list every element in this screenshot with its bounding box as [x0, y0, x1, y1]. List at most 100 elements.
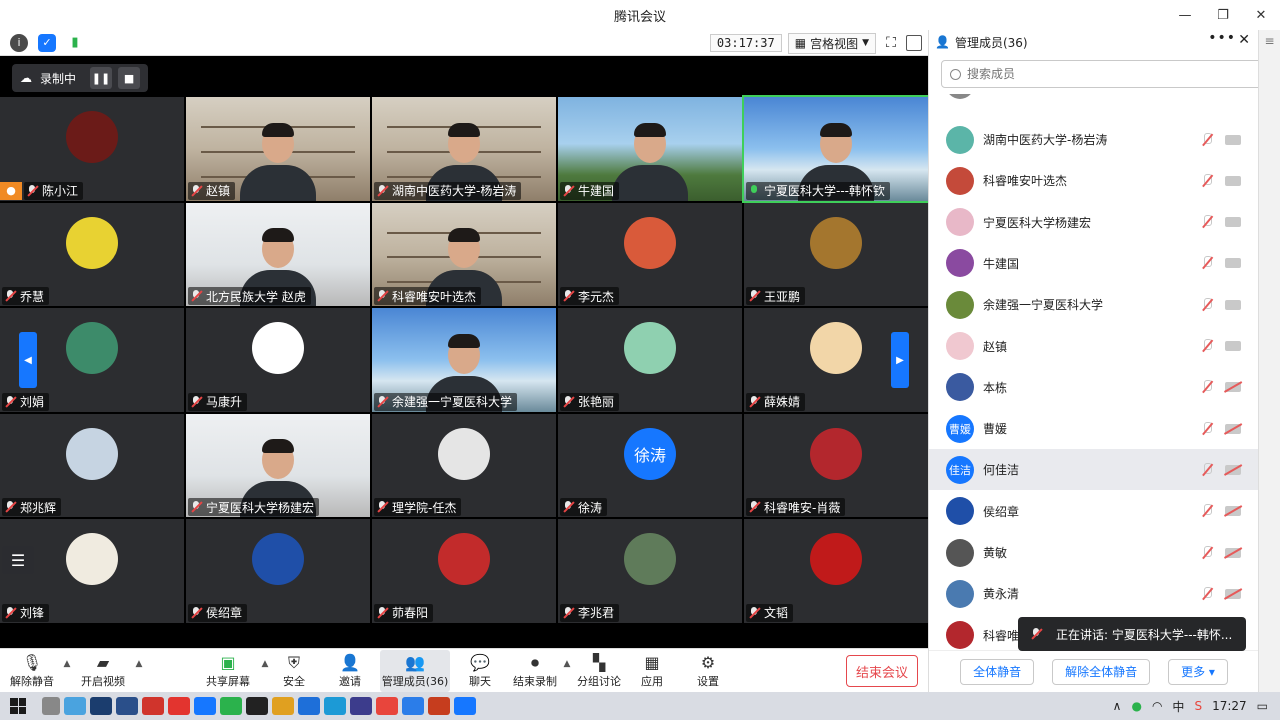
mic-muted-icon[interactable] — [1201, 339, 1213, 353]
windows-start-icon[interactable] — [10, 698, 26, 714]
fullscreen-icon[interactable]: ⛶ — [882, 35, 900, 51]
mic-muted-icon[interactable] — [1201, 173, 1213, 188]
camera-off-icon[interactable] — [1225, 382, 1241, 393]
task-view-icon[interactable] — [42, 697, 60, 715]
shield-icon[interactable]: ✓ — [38, 33, 56, 52]
sogou-icon[interactable]: S — [1194, 699, 1202, 713]
pause-recording-button[interactable]: ❚❚ — [90, 67, 113, 89]
chrome-icon[interactable] — [376, 697, 398, 715]
video-tile[interactable]: 科睿唯安-肖薇 — [744, 413, 928, 518]
settings-button[interactable]: ⚙ 设置 — [686, 650, 730, 692]
close-panel-icon[interactable]: ✕ — [1238, 32, 1250, 48]
mute-all-button[interactable]: 全体静音 — [960, 658, 1035, 685]
video-tile[interactable]: 理学院-任杰 — [372, 413, 556, 518]
taskbar-app-icon[interactable] — [402, 697, 424, 715]
share-options-chevron[interactable]: ▲ — [258, 659, 272, 669]
stop-recording-button[interactable]: ■ — [118, 67, 141, 89]
ime-indicator[interactable]: 中 — [1172, 698, 1184, 715]
member-row[interactable]: 牛建国 — [929, 243, 1259, 284]
video-tile[interactable]: 乔慧 — [0, 202, 184, 307]
video-tile[interactable]: 郑兆辉 — [0, 413, 184, 518]
invite-button[interactable]: 👤 邀请 — [328, 650, 372, 692]
powerpoint-icon[interactable] — [428, 697, 450, 715]
info-icon[interactable]: i — [10, 33, 28, 52]
member-row[interactable]: 本栋 — [929, 367, 1259, 408]
camera-off-icon[interactable] — [1225, 588, 1241, 599]
netease-icon[interactable] — [168, 697, 190, 715]
photoshop-icon[interactable] — [90, 697, 112, 715]
camera-icon[interactable] — [1225, 258, 1241, 269]
video-tile[interactable]: 宁夏医科大学---韩怀钦 — [742, 95, 930, 203]
mic-muted-icon[interactable] — [1201, 586, 1213, 601]
next-page-button[interactable]: ▶ — [891, 332, 909, 388]
video-tile[interactable]: 王亚鹏 — [744, 202, 928, 307]
camera-off-icon[interactable] — [1225, 423, 1241, 434]
taskbar-app-icon[interactable] — [116, 697, 138, 715]
video-tile[interactable]: ● 陈小江 — [0, 97, 184, 201]
prev-page-button[interactable]: ◀ — [19, 332, 37, 388]
mic-muted-icon[interactable] — [1201, 297, 1213, 312]
share-screen-button[interactable]: ▣ 共享屏幕 — [198, 650, 258, 692]
tray-app-icon[interactable]: ● — [1131, 699, 1141, 713]
restore-icon[interactable]: ❐ — [1204, 0, 1242, 30]
mic-muted-icon[interactable] — [1201, 504, 1213, 518]
video-tile[interactable]: 牛建国 — [558, 97, 742, 201]
breakout-button[interactable]: ▚ 分组讨论 — [574, 650, 624, 692]
taskbar-app-icon[interactable] — [142, 697, 164, 715]
apps-button[interactable]: ▦ 应用 — [630, 650, 674, 692]
more-options-icon[interactable]: ••• — [1208, 30, 1236, 46]
video-tile[interactable]: 赵镇 — [186, 97, 370, 201]
stop-recording-toolbar-button[interactable]: ⏺ 结束录制 — [510, 650, 560, 692]
start-video-button[interactable]: ▰ 开启视频 — [74, 650, 132, 692]
security-button[interactable]: ⛨ 安全 — [272, 650, 316, 692]
video-tile[interactable]: 北方民族大学 赵虎 — [186, 202, 370, 307]
video-tile[interactable]: 张艳丽 — [558, 308, 742, 412]
member-row[interactable]: 曹媛 曹媛 — [929, 408, 1259, 449]
camera-icon[interactable] — [1225, 341, 1241, 351]
camera-icon[interactable] — [1225, 217, 1241, 228]
taskbar-app-icon[interactable] — [246, 697, 268, 715]
chat-button[interactable]: 💬 聊天 — [458, 650, 502, 692]
taskbar-app-icon[interactable] — [350, 697, 372, 715]
member-row[interactable]: 黄永清 — [929, 573, 1259, 614]
video-tile[interactable]: 茆春阳 — [372, 519, 556, 623]
video-tile[interactable]: 宁夏医科大学杨建宏 — [186, 413, 370, 518]
member-row[interactable]: 科睿唯安叶选杰 — [929, 160, 1259, 201]
taskbar-app-icon[interactable] — [298, 697, 320, 715]
member-row[interactable]: 赵镇 — [929, 326, 1259, 367]
camera-icon[interactable] — [1225, 134, 1241, 145]
camera-off-icon[interactable] — [1225, 464, 1241, 475]
taskbar-app-icon[interactable] — [324, 697, 346, 715]
unmute-button[interactable]: 🎙 解除静音 — [4, 650, 60, 692]
minimize-icon[interactable]: — — [1166, 0, 1204, 30]
camera-off-icon[interactable] — [1225, 506, 1241, 517]
unmute-all-button[interactable]: 解除全体静音 — [1052, 658, 1151, 685]
end-meeting-button[interactable]: 结束会议 — [846, 655, 918, 687]
wifi-icon[interactable]: ◠ — [1152, 699, 1162, 713]
member-row[interactable]: 宁夏医科大学杨建宏 — [929, 202, 1259, 243]
video-tile[interactable]: 侯绍章 — [186, 519, 370, 623]
notification-icon[interactable]: ▭ — [1257, 699, 1268, 713]
mic-muted-icon[interactable] — [1201, 380, 1213, 394]
member-row-partial[interactable] — [929, 94, 1259, 105]
list-view-button[interactable]: ☰ — [2, 546, 34, 574]
mic-muted-icon[interactable] — [1201, 462, 1213, 477]
member-search-input[interactable] — [967, 67, 1257, 81]
mic-muted-icon[interactable] — [1201, 256, 1213, 270]
tencent-meeting-icon[interactable] — [454, 697, 476, 715]
sidebar-toggle-icon[interactable] — [906, 35, 922, 51]
video-tile[interactable]: 余建强一宁夏医科大学 — [372, 308, 556, 412]
video-tile[interactable]: 文韬 — [744, 519, 928, 623]
taskbar-app-icon[interactable] — [194, 697, 216, 715]
member-row[interactable]: 余建强一宁夏医科大学 — [929, 284, 1259, 325]
member-row[interactable]: 佳洁 何佳洁 — [929, 449, 1259, 491]
member-row[interactable]: 湖南中医药大学-杨岩涛 — [929, 119, 1259, 160]
folder-icon[interactable] — [272, 697, 294, 715]
video-options-chevron[interactable]: ▲ — [132, 659, 146, 669]
menu-icon[interactable]: ≡ — [1259, 34, 1280, 48]
camera-off-icon[interactable] — [1225, 547, 1241, 558]
member-row[interactable]: 侯绍章 — [929, 491, 1259, 532]
video-tile[interactable]: 湖南中医药大学-杨岩涛 — [372, 97, 556, 201]
camera-icon[interactable] — [1225, 299, 1241, 310]
manage-members-button[interactable]: 👥 管理成员(36) — [380, 649, 450, 692]
